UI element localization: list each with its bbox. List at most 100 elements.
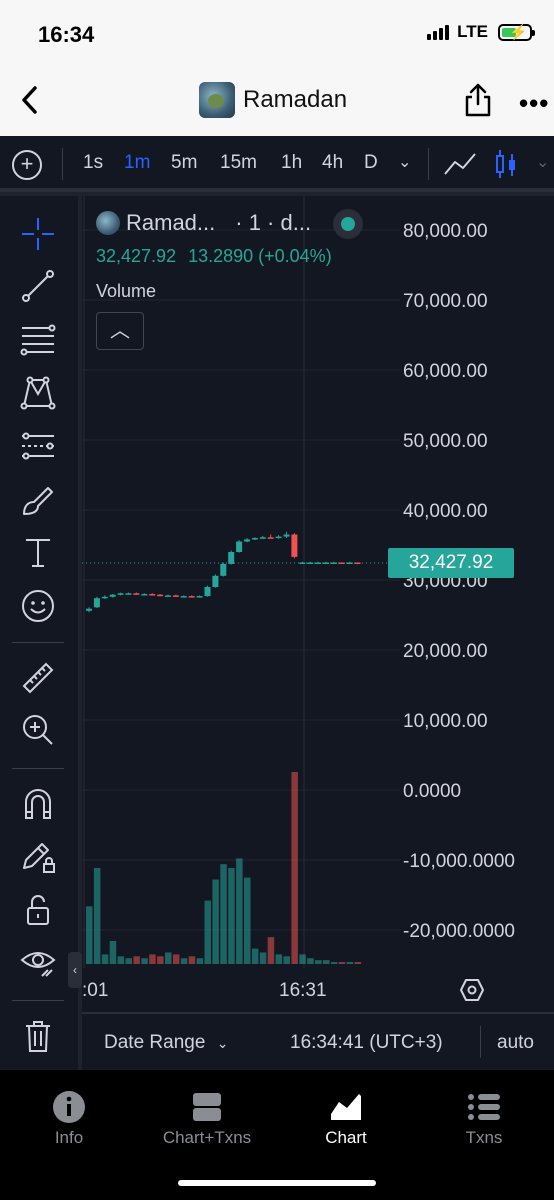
pattern-tool[interactable] bbox=[18, 372, 58, 412]
forecast-tool[interactable] bbox=[18, 426, 58, 466]
candle-body bbox=[188, 596, 195, 598]
chevron-left-icon: ‹ bbox=[73, 963, 77, 977]
eye-icon bbox=[20, 952, 56, 977]
live-status-dot bbox=[333, 209, 363, 239]
candle-body bbox=[259, 537, 266, 539]
zoom-in-icon bbox=[23, 715, 53, 745]
price-chart[interactable]: 80,000.00 70,000.00 60,000.00 50,000.00 40,0… bbox=[82, 196, 554, 1008]
pencil-lock-icon bbox=[23, 843, 55, 873]
y-tick-label: -10,000.0000 bbox=[403, 851, 515, 872]
y-tick-label: -20,000.0000 bbox=[403, 921, 515, 942]
candle-body bbox=[141, 594, 148, 596]
volume-bar bbox=[275, 954, 283, 964]
text-tool[interactable] bbox=[18, 532, 58, 572]
back-button[interactable] bbox=[18, 82, 48, 118]
last-price-badge: 32,427.92 bbox=[388, 548, 514, 578]
magnet-tool[interactable] bbox=[18, 784, 58, 824]
timeframe-1h[interactable]: 1h bbox=[281, 152, 302, 174]
share-button[interactable] bbox=[463, 82, 493, 118]
volume-bar bbox=[267, 937, 275, 964]
chart-settings-button[interactable] bbox=[459, 977, 485, 1003]
volume-bar bbox=[291, 772, 298, 964]
volume-bar bbox=[204, 900, 211, 964]
volume-bar bbox=[259, 952, 267, 964]
date-range-label: Date Range bbox=[104, 1032, 206, 1053]
timeframe-15m[interactable]: 15m bbox=[220, 152, 257, 174]
tab-info[interactable]: Info bbox=[9, 1090, 129, 1148]
candle-body bbox=[220, 563, 227, 576]
volume-bar bbox=[188, 956, 196, 964]
visibility-tool[interactable] bbox=[18, 942, 58, 982]
token-avatar bbox=[199, 82, 235, 118]
status-time: 16:34 bbox=[38, 22, 95, 47]
legend-values: 32,427.92 13.2890 (+0.04%) bbox=[96, 246, 332, 267]
candle-body bbox=[196, 596, 203, 598]
candle-body bbox=[299, 562, 306, 564]
tab-txns[interactable]: Txns bbox=[424, 1090, 544, 1148]
volume-bar bbox=[338, 962, 346, 964]
legend-avatar bbox=[96, 211, 120, 235]
footer-divider bbox=[480, 1026, 481, 1058]
timeframe-1m[interactable]: 1m bbox=[124, 152, 150, 174]
zoom-tool[interactable] bbox=[18, 710, 58, 750]
tab-chart-txns[interactable]: Chart+Txns bbox=[147, 1090, 267, 1148]
fib-retracement-icon bbox=[20, 324, 56, 356]
line-chart-icon[interactable] bbox=[443, 152, 477, 176]
candle-body bbox=[117, 593, 124, 595]
measure-tool[interactable] bbox=[18, 658, 58, 698]
current-time[interactable]: 16:34:41 (UTC+3) bbox=[290, 1032, 443, 1054]
status-bar: 16:34 LTE ⚡ bbox=[0, 0, 554, 68]
volume-bar bbox=[117, 956, 125, 964]
volume-bar bbox=[244, 877, 251, 964]
token-title: Ramadan bbox=[199, 82, 347, 118]
add-indicator-button[interactable]: + bbox=[12, 150, 42, 180]
list-icon bbox=[468, 1094, 500, 1120]
date-range-button[interactable]: Date Range ⌄ bbox=[104, 1032, 228, 1054]
timeframe-1s[interactable]: 1s bbox=[83, 152, 103, 174]
smile-icon bbox=[22, 590, 54, 622]
emoji-tool[interactable] bbox=[18, 586, 58, 626]
trash-icon bbox=[26, 1021, 50, 1052]
collapse-legend-button[interactable]: ︿ bbox=[96, 312, 144, 350]
toolbar-divider bbox=[12, 1000, 64, 1001]
y-tick-label: 70,000.00 bbox=[403, 291, 488, 312]
chart-type-dropdown-icon[interactable]: ⌄ bbox=[536, 152, 549, 172]
brush-tool[interactable] bbox=[18, 480, 58, 520]
volume-bar bbox=[133, 956, 140, 964]
more-button[interactable]: ••• bbox=[519, 88, 549, 119]
timeframe-4h[interactable]: 4h bbox=[322, 152, 343, 174]
timeframe-D[interactable]: D bbox=[364, 152, 378, 174]
crosshair-icon bbox=[22, 218, 54, 250]
chevron-down-icon: ⌄ bbox=[216, 1035, 229, 1051]
fib-tool[interactable] bbox=[18, 320, 58, 360]
lock-drawings-tool[interactable] bbox=[18, 836, 58, 876]
candle-body bbox=[125, 593, 132, 595]
info-icon bbox=[53, 1091, 85, 1123]
candle-body bbox=[149, 594, 156, 596]
tab-chart[interactable]: Chart bbox=[286, 1090, 406, 1148]
timeframe-5m[interactable]: 5m bbox=[171, 152, 197, 174]
lock-tool[interactable] bbox=[18, 890, 58, 930]
x-tick-label: 16:31 bbox=[279, 980, 327, 1001]
crosshair-tool[interactable] bbox=[18, 214, 58, 254]
volume-bar bbox=[346, 962, 354, 964]
collapse-toolbar-button[interactable]: ‹ bbox=[68, 952, 82, 988]
candle-body bbox=[228, 552, 235, 564]
remove-drawings-tool[interactable] bbox=[18, 1016, 58, 1056]
candle-body bbox=[133, 593, 140, 595]
volume-bar bbox=[93, 868, 101, 964]
candle-body bbox=[291, 534, 298, 557]
candles-icon[interactable] bbox=[494, 148, 518, 180]
trend-line-tool[interactable] bbox=[18, 266, 58, 306]
legend-name: Ramad... bbox=[126, 210, 216, 235]
y-tick-label: 60,000.00 bbox=[403, 361, 488, 382]
timeframe-dropdown-icon[interactable]: ⌄ bbox=[398, 152, 411, 172]
auto-scale-toggle[interactable]: auto bbox=[497, 1032, 534, 1054]
volume-bar bbox=[196, 958, 204, 964]
text-icon bbox=[26, 539, 50, 567]
candle-body bbox=[338, 562, 345, 564]
tab-label: Chart+Txns bbox=[162, 1128, 252, 1147]
page-title: Ramadan bbox=[243, 86, 348, 113]
nav-bar: Ramadan ••• bbox=[0, 68, 554, 136]
toolbar-divider bbox=[12, 768, 64, 769]
